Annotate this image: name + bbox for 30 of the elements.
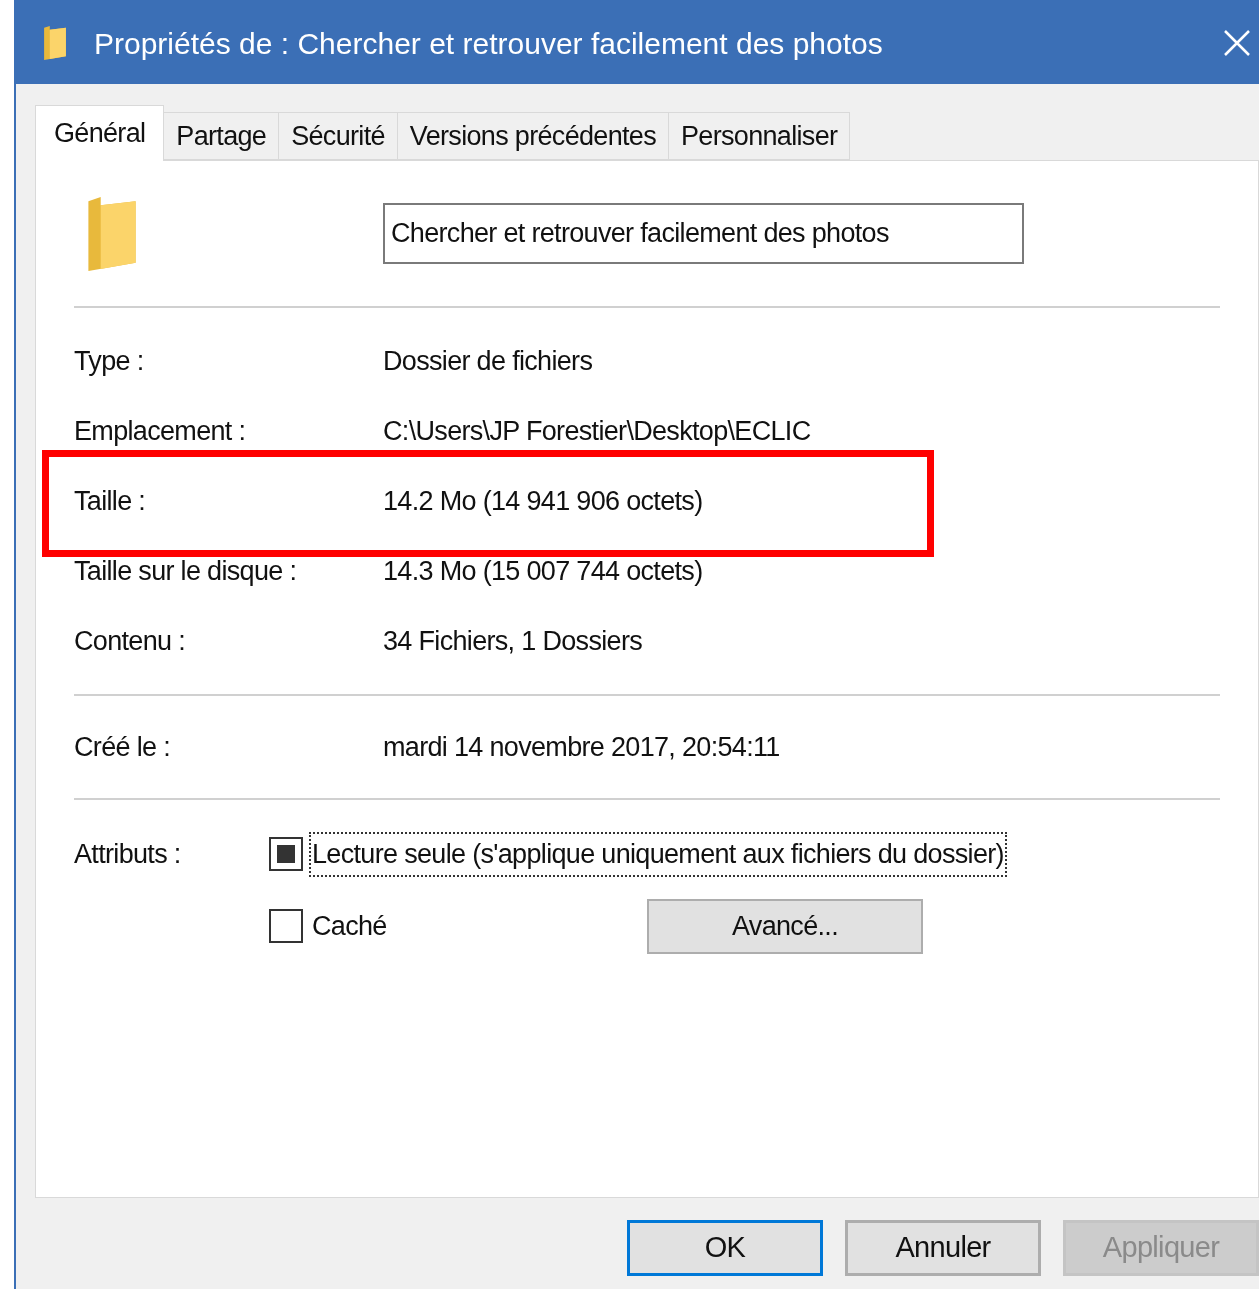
property-value: 14.2 Mo (14 941 906 octets) (383, 484, 703, 518)
tab[interactable]: Partage (164, 112, 280, 160)
tab[interactable]: Sécurité (279, 112, 398, 160)
folder-icon (42, 25, 68, 61)
property-value: Dossier de fichiers (383, 344, 593, 378)
property-value: mardi 14 novembre 2017, 20:54:11 (383, 730, 780, 764)
property-label: Emplacement : (74, 414, 247, 448)
property-value: C:\Users\JP Forestier\Desktop\ECLIC (383, 414, 811, 448)
tab[interactable]: Versions précédentes (397, 112, 669, 160)
dialog-button[interactable]: Annuler (845, 1220, 1041, 1276)
window-title: Propriétés de : Chercher et retrouver facilement des photos (94, 25, 883, 62)
checkbox[interactable] (269, 837, 303, 872)
checkbox[interactable] (269, 909, 303, 943)
dialog-button[interactable]: OK (627, 1220, 823, 1276)
close-icon[interactable] (1223, 29, 1251, 57)
property-value: 34 Fichiers, 1 Dossiers (383, 624, 643, 658)
folder-icon (86, 194, 138, 273)
property-label: Taille : (74, 484, 147, 518)
tab[interactable]: Personnaliser (669, 112, 851, 160)
name-field[interactable]: Chercher et retrouver facilement des photos (383, 203, 1024, 264)
tab[interactable]: Général (35, 105, 165, 161)
property-value: 14.3 Mo (15 007 744 octets) (383, 554, 703, 588)
advanced-button[interactable]: Avancé... (647, 898, 923, 954)
property-label: Type : (74, 344, 145, 378)
property-label: Taille sur le disque : (74, 554, 298, 588)
attributes-label: Attributs : (74, 838, 182, 871)
checkbox-label[interactable]: Lecture seule (s'applique uniquement aux fichiers du dossier) (309, 832, 1007, 877)
property-label: Créé le : (74, 730, 171, 764)
property-label: Contenu : (74, 624, 186, 658)
checkbox-label[interactable]: Caché (309, 903, 390, 949)
